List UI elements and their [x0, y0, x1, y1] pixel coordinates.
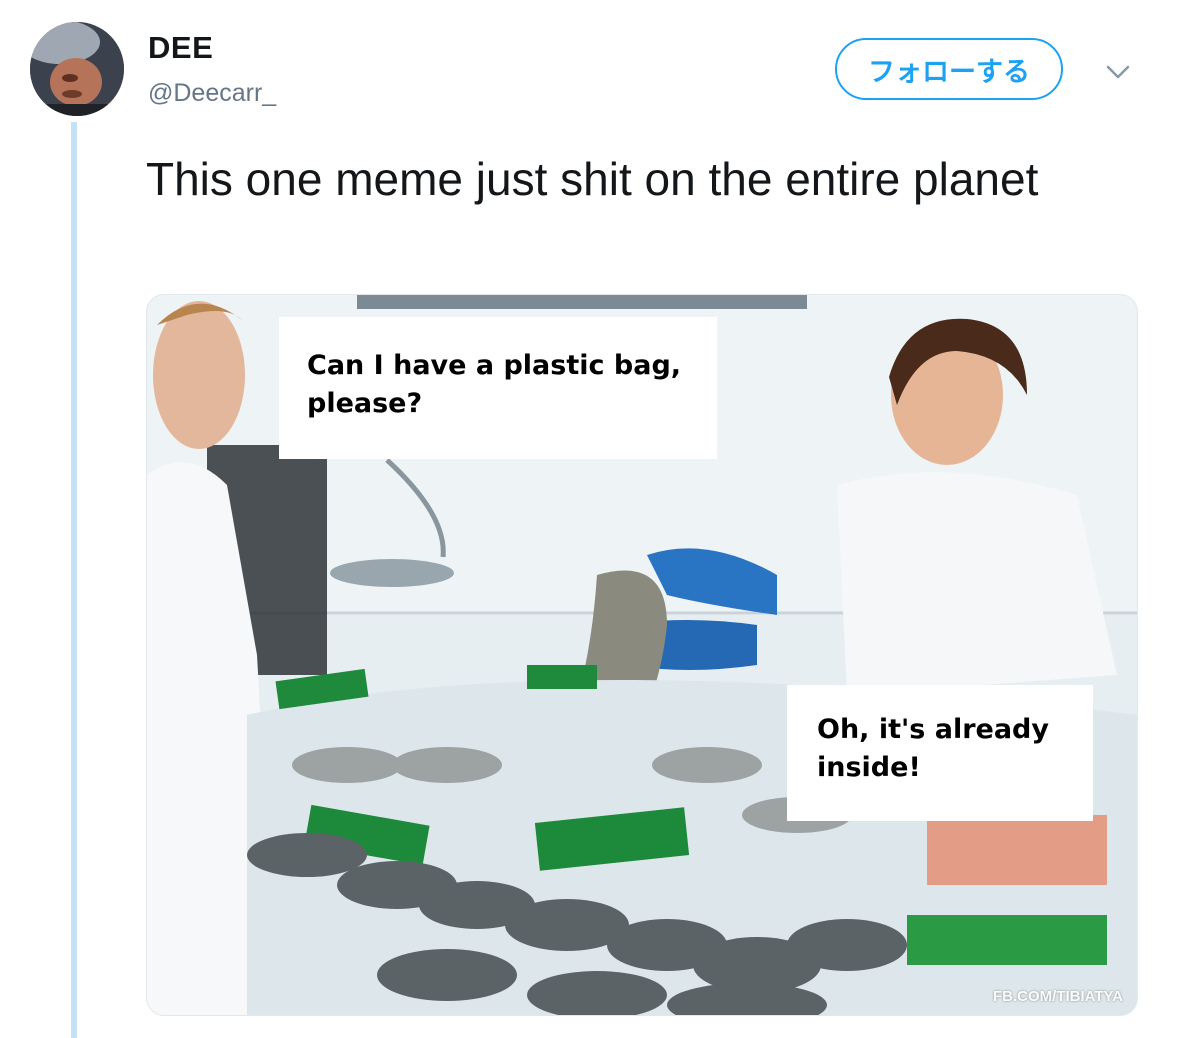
follow-button[interactable]: フォローする: [835, 38, 1063, 100]
display-name[interactable]: DEE: [148, 30, 213, 66]
avatar[interactable]: [30, 22, 124, 116]
avatar-image: [30, 22, 124, 116]
watermark: FB.COM/TIBIATYA: [993, 988, 1123, 1005]
thread-line: [71, 122, 77, 1038]
meme-caption-bottom: Oh, it's already inside!: [787, 685, 1093, 821]
meme-caption-top: Can I have a plastic bag, please?: [279, 317, 717, 459]
user-handle[interactable]: @Deecarr_: [148, 79, 276, 108]
chevron-down-icon[interactable]: [1104, 62, 1132, 82]
tweet-media[interactable]: Can I have a plastic bag, please? Oh, it…: [146, 294, 1138, 1016]
tweet-text: This one meme just shit on the entire pl…: [146, 153, 1039, 205]
